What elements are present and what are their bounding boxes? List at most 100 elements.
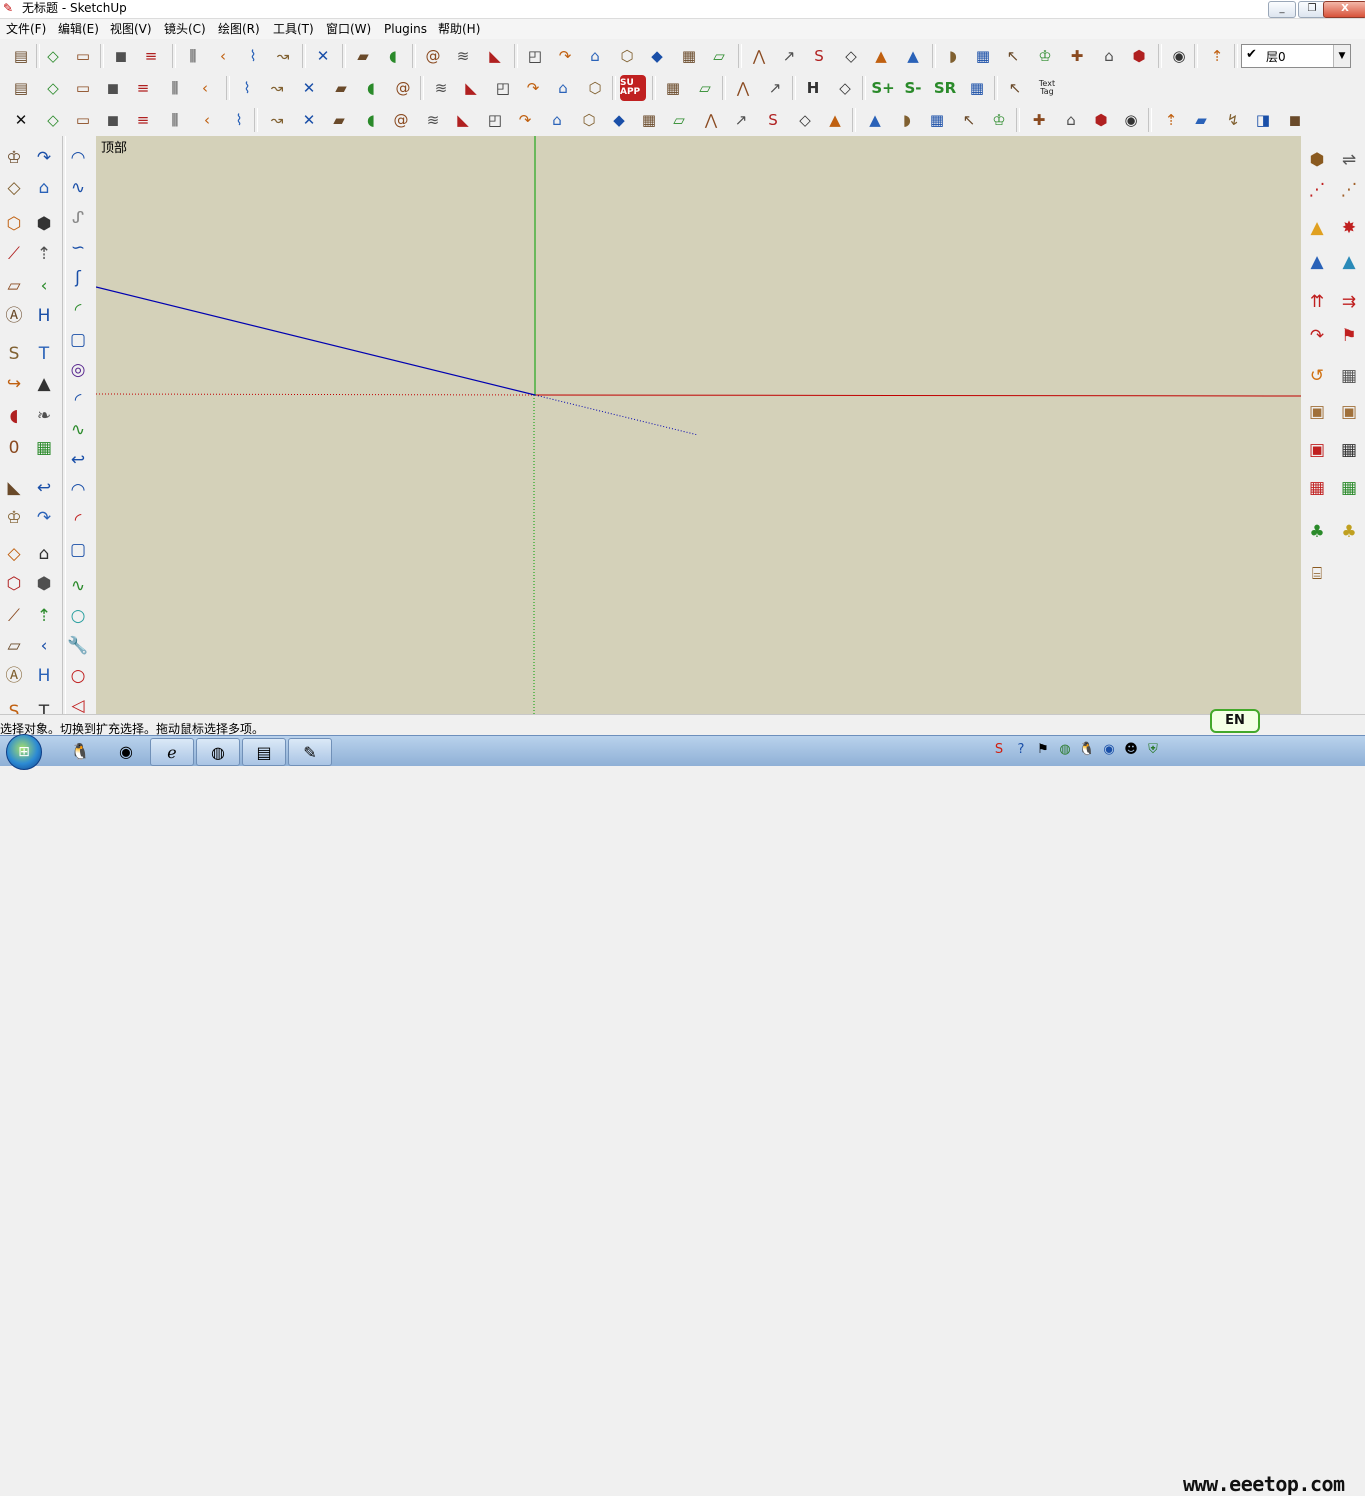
arc-green-icon[interactable]: ◜ xyxy=(64,296,92,324)
bend-icon[interactable]: ◰ xyxy=(490,75,516,101)
protractor-icon[interactable]: 0 xyxy=(0,434,28,462)
menu-help[interactable]: 帮助(H) xyxy=(436,21,482,37)
check-icon[interactable]: ⌇ xyxy=(234,75,260,101)
rectangle-icon[interactable]: ⬡ xyxy=(0,210,28,238)
mirror-icon[interactable]: ◣ xyxy=(458,75,484,101)
polygon-dot-icon[interactable]: ○ xyxy=(64,602,92,630)
wireframe-icon[interactable]: ↗ xyxy=(776,43,802,69)
arrow-red-icon[interactable]: @ xyxy=(390,75,416,101)
section-plane-icon[interactable]: ⇡ xyxy=(1204,43,1230,69)
minimize-button[interactable]: _ xyxy=(1268,1,1296,18)
h-arrow-icon[interactable]: ▱ xyxy=(692,75,718,101)
arc-icon[interactable]: ⇡ xyxy=(30,240,58,268)
print-icon[interactable]: ⫼ xyxy=(180,43,206,69)
cone-icon[interactable]: ✕ xyxy=(296,107,322,133)
new-file-icon[interactable]: ▤ xyxy=(8,43,34,69)
previous-view-icon[interactable]: ⬢ xyxy=(30,570,58,598)
frame-icon[interactable]: ▭ xyxy=(70,75,96,101)
menu-plugins[interactable]: Plugins xyxy=(382,21,429,37)
tray-app-icon[interactable]: ☻ xyxy=(1122,741,1140,759)
split-green-icon[interactable]: ↗ xyxy=(762,75,788,101)
house-top-icon[interactable]: ▦ xyxy=(676,43,702,69)
stick-icon[interactable]: ⇡ xyxy=(1158,107,1184,133)
spring-icon[interactable]: ‹ xyxy=(194,107,220,133)
mesh-icon[interactable]: ◗ xyxy=(894,107,920,133)
arc-fill-icon[interactable]: ▰ xyxy=(328,75,354,101)
hook-icon[interactable]: ↩ xyxy=(64,446,92,474)
plate-icon[interactable]: ‹ xyxy=(192,75,218,101)
menu-draw[interactable]: 绘图(R) xyxy=(216,21,262,37)
louver-icon[interactable]: ≡ xyxy=(130,75,156,101)
lid-icon[interactable]: ▲ xyxy=(822,107,848,133)
sr-icon[interactable]: SR xyxy=(932,75,958,101)
paint-bucket-icon[interactable]: ✚ xyxy=(1064,43,1090,69)
notepad-taskbar-button[interactable]: ▤ xyxy=(242,738,286,766)
drop-icon[interactable]: ▦ xyxy=(636,107,662,133)
arc-red-icon[interactable]: ◜ xyxy=(64,506,92,534)
grid-icon[interactable]: ◼ xyxy=(100,75,126,101)
scale-icon[interactable]: ≋ xyxy=(428,75,454,101)
explorer-taskbar-button[interactable]: ◍ xyxy=(196,738,240,766)
arc-green-icon[interactable]: ▲ xyxy=(862,107,888,133)
remove-location-icon[interactable]: ◖ xyxy=(380,43,406,69)
qq-icon[interactable]: 🐧 xyxy=(60,738,100,764)
scale-icon[interactable]: ↪ xyxy=(0,370,28,398)
spiral-icon[interactable]: ◎ xyxy=(64,356,92,384)
paint-bucket-icon[interactable]: ◇ xyxy=(0,174,28,202)
tetra-icon[interactable]: ≋ xyxy=(420,107,446,133)
hook3-icon[interactable]: ◨ xyxy=(1250,107,1276,133)
delete-icon[interactable]: ✕ xyxy=(310,43,336,69)
move-icon[interactable]: Ⓐ xyxy=(0,302,28,330)
extrude-icon[interactable]: ◇ xyxy=(40,75,66,101)
hidden-line-icon[interactable]: S xyxy=(806,43,832,69)
axes-icon[interactable]: ◣ xyxy=(0,474,28,502)
tree-tools-icon[interactable]: ♣ xyxy=(1335,518,1363,546)
panel-icon[interactable]: ⌇ xyxy=(226,107,252,133)
style-box-icon[interactable]: ◗ xyxy=(940,43,966,69)
style-dark-icon[interactable]: ↖ xyxy=(1000,43,1026,69)
xray-icon[interactable]: ⋀ xyxy=(746,43,772,69)
egg-icon[interactable]: S xyxy=(760,107,786,133)
tray-help-icon[interactable]: ? xyxy=(1012,741,1030,759)
open-file-icon[interactable]: ◇ xyxy=(40,43,66,69)
3d-warehouse-icon[interactable]: ◉ xyxy=(1166,43,1192,69)
menu-view[interactable]: 视图(V) xyxy=(108,21,154,37)
zigzag-icon[interactable]: ∿ xyxy=(64,416,92,444)
house-back-icon[interactable]: ⬡ xyxy=(614,43,640,69)
text-icon[interactable]: ▦ xyxy=(30,434,58,462)
spline-icon[interactable]: ᔑ xyxy=(64,204,92,232)
undo-icon[interactable]: ⌇ xyxy=(240,43,266,69)
3d-text-icon[interactable]: ↩ xyxy=(30,474,58,502)
leaf-icon[interactable]: ↗ xyxy=(728,107,754,133)
chevron-icon[interactable]: ◖ xyxy=(358,75,384,101)
drawing-canvas[interactable]: 顶部 xyxy=(96,136,1301,714)
house-bottom-icon[interactable]: ▱ xyxy=(706,43,732,69)
bowl-icon[interactable]: ◇ xyxy=(792,107,818,133)
prism-icon[interactable]: ◰ xyxy=(482,107,508,133)
close-button[interactable]: X xyxy=(1323,1,1365,18)
bezier-icon[interactable]: ◠ xyxy=(64,144,92,172)
curve-flip-icon[interactable]: ↷ xyxy=(1303,322,1331,350)
ramp2-icon[interactable]: ⌂ xyxy=(1058,107,1084,133)
tray-globe-icon[interactable]: ◉ xyxy=(1100,741,1118,759)
mountain-hash-icon[interactable]: ▲ xyxy=(1335,248,1363,276)
polyline-icon[interactable]: ∿ xyxy=(64,174,92,202)
frame-box-icon[interactable]: ◼ xyxy=(1282,107,1308,133)
cube-red-icon[interactable]: ✕ xyxy=(296,75,322,101)
catmull-icon[interactable]: ∽ xyxy=(64,234,92,262)
rb-text-icon[interactable]: ⌂ xyxy=(550,75,576,101)
loop-icon[interactable]: ◼ xyxy=(100,107,126,133)
ie-taskbar-button[interactable]: ℯ xyxy=(150,738,194,766)
look-around-icon[interactable]: ⇡ xyxy=(30,602,58,630)
rect-fill-icon[interactable]: ↝ xyxy=(264,75,290,101)
pyramid2-icon[interactable]: ↷ xyxy=(512,107,538,133)
cube-grid-icon[interactable]: ▦ xyxy=(1335,362,1363,390)
curvature-icon[interactable]: ʃ xyxy=(64,264,92,292)
pipe-tool-icon[interactable]: ⇌ xyxy=(1335,146,1363,174)
tray-network-icon[interactable]: ◍ xyxy=(1056,741,1074,759)
flag-icon[interactable]: ⚑ xyxy=(1335,322,1363,350)
stairs-icon[interactable]: ↯ xyxy=(1220,107,1246,133)
polyline2-icon[interactable]: ∿ xyxy=(64,572,92,600)
house-right-icon[interactable]: ⌂ xyxy=(582,43,608,69)
dimension-icon[interactable]: ❧ xyxy=(30,402,58,430)
